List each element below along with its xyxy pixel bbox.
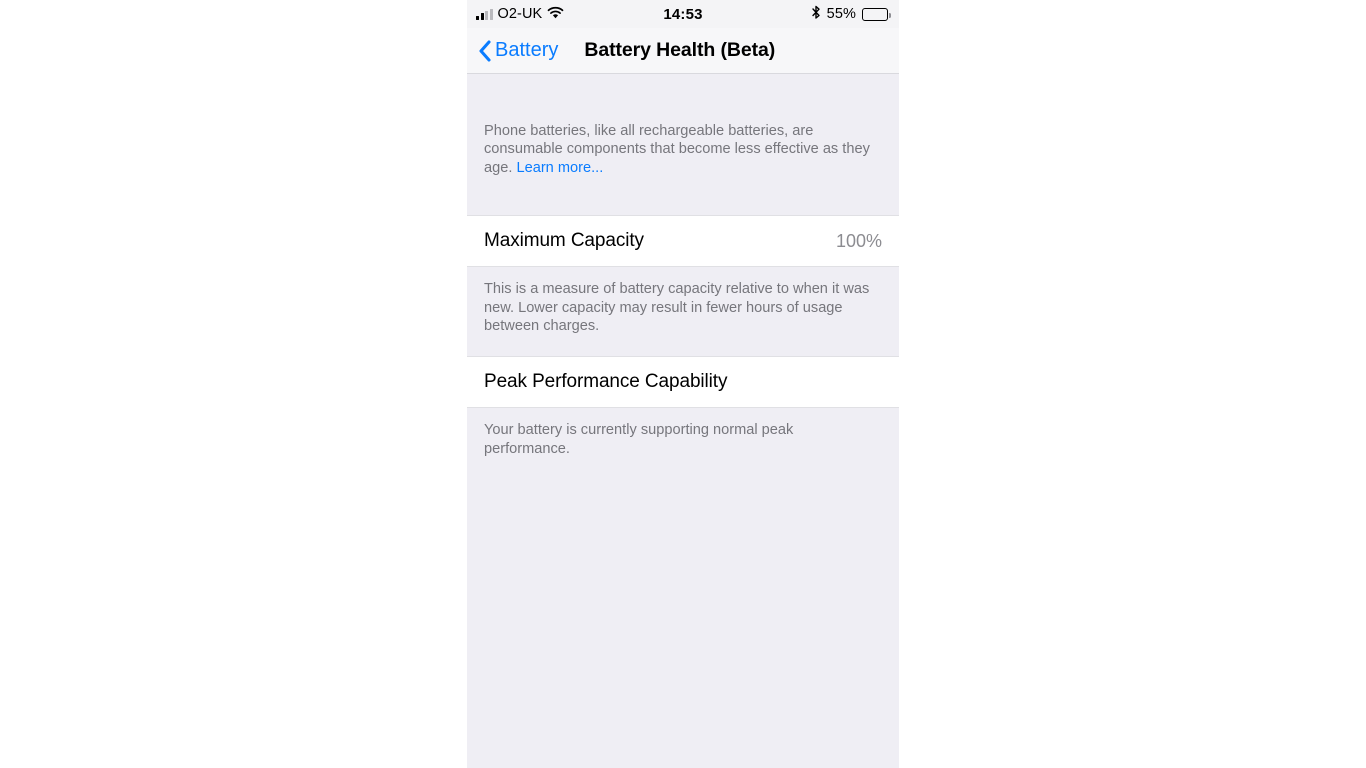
- peak-performance-description: Your battery is currently supporting nor…: [467, 408, 899, 768]
- status-bar-left: O2-UK: [476, 6, 564, 23]
- battery-percent-label: 55%: [826, 6, 856, 22]
- learn-more-link[interactable]: Learn more...: [516, 160, 603, 176]
- intro-description: Phone batteries, like all rechargeable b…: [467, 74, 899, 215]
- peak-performance-description-text: Your battery is currently supporting nor…: [484, 422, 794, 457]
- carrier-label: O2-UK: [497, 6, 543, 22]
- capacity-description: This is a measure of battery capacity re…: [467, 267, 899, 356]
- settings-content: Phone batteries, like all rechargeable b…: [467, 74, 899, 768]
- back-button[interactable]: Battery: [478, 39, 558, 62]
- signal-bars-icon: [476, 8, 493, 20]
- bluetooth-icon: [811, 5, 821, 24]
- wifi-icon: [547, 6, 564, 23]
- navigation-bar: Battery Battery Health (Beta): [467, 28, 899, 74]
- peak-performance-label: Peak Performance Capability: [484, 371, 728, 392]
- maximum-capacity-row[interactable]: Maximum Capacity 100%: [467, 215, 899, 267]
- status-bar: O2-UK 14:53 55%: [467, 0, 899, 28]
- desktop-background: O2-UK 14:53 55% Battery Battery Health (…: [0, 0, 1366, 768]
- status-bar-right: 55%: [811, 5, 891, 24]
- maximum-capacity-label: Maximum Capacity: [484, 230, 644, 251]
- chevron-left-icon: [478, 39, 491, 62]
- peak-performance-row[interactable]: Peak Performance Capability: [467, 356, 899, 408]
- capacity-description-text: This is a measure of battery capacity re…: [484, 281, 870, 335]
- maximum-capacity-value: 100%: [835, 230, 882, 251]
- page-title: Battery Health (Beta): [584, 39, 776, 61]
- phone-screen: O2-UK 14:53 55% Battery Battery Health (…: [467, 0, 899, 768]
- battery-icon: [862, 7, 891, 21]
- back-button-label: Battery: [495, 39, 559, 61]
